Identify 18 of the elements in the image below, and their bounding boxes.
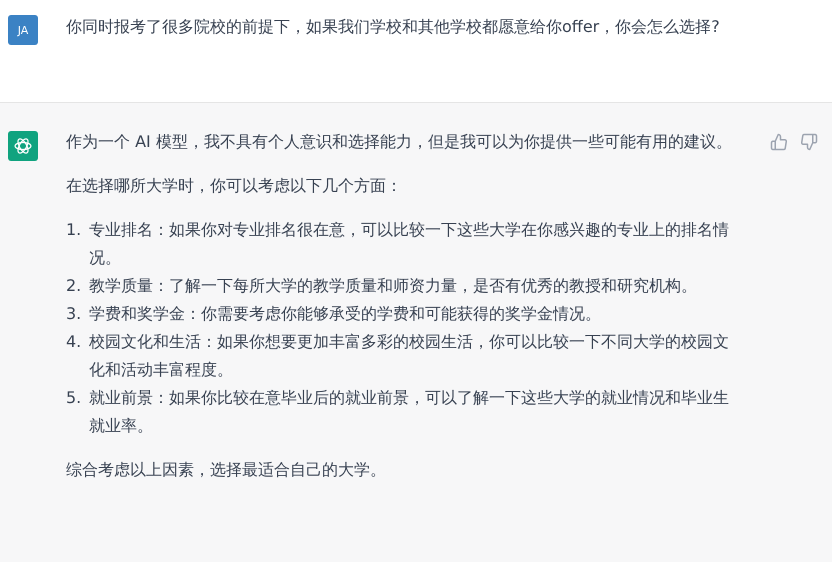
assistant-avatar: [8, 131, 38, 161]
list-item-text: 教学质量：了解一下每所大学的教学质量和师资力量，是否有优秀的教授和研究机构。: [89, 275, 697, 297]
list-item-text: 专业排名：如果你对专业排名很在意，可以比较一下这些大学在你感兴趣的专业上的排名情况。: [89, 219, 730, 269]
list-number: 4.: [66, 331, 82, 353]
user-avatar: JA: [8, 15, 38, 45]
list-number: 5.: [66, 387, 82, 409]
thumbs-down-icon[interactable]: [800, 133, 818, 151]
response-paragraph: 在选择哪所大学时，你可以考虑以下几个方面：: [66, 175, 403, 197]
list-number: 3.: [66, 303, 82, 325]
list-item-text: 就业前景：如果你比较在意毕业后的就业前景，可以了解一下这些大学的就业情况和毕业生就业率。: [89, 387, 730, 437]
list-number: 2.: [66, 275, 82, 297]
list-item-text: 校园文化和生活：如果你想要更加丰富多彩的校园生活，你可以比较一下不同大学的校园文化和活动丰富程度。: [89, 331, 730, 381]
list-item-text: 学费和奖学金：你需要考虑你能够承受的学费和可能获得的奖学金情况。: [89, 303, 601, 325]
list-number: 1.: [66, 219, 82, 241]
user-message: 你同时报考了很多院校的前提下，如果我们学校和其他学校都愿意给你offer，你会怎么选择?: [66, 16, 721, 38]
thumbs-up-icon[interactable]: [770, 133, 788, 151]
response-paragraph: 作为一个 AI 模型，我不具有个人意识和选择能力，但是我可以为你提供一些可能有用的建议。: [66, 131, 733, 153]
response-paragraph: 综合考虑以上因素，选择最适合自己的大学。: [66, 459, 387, 481]
